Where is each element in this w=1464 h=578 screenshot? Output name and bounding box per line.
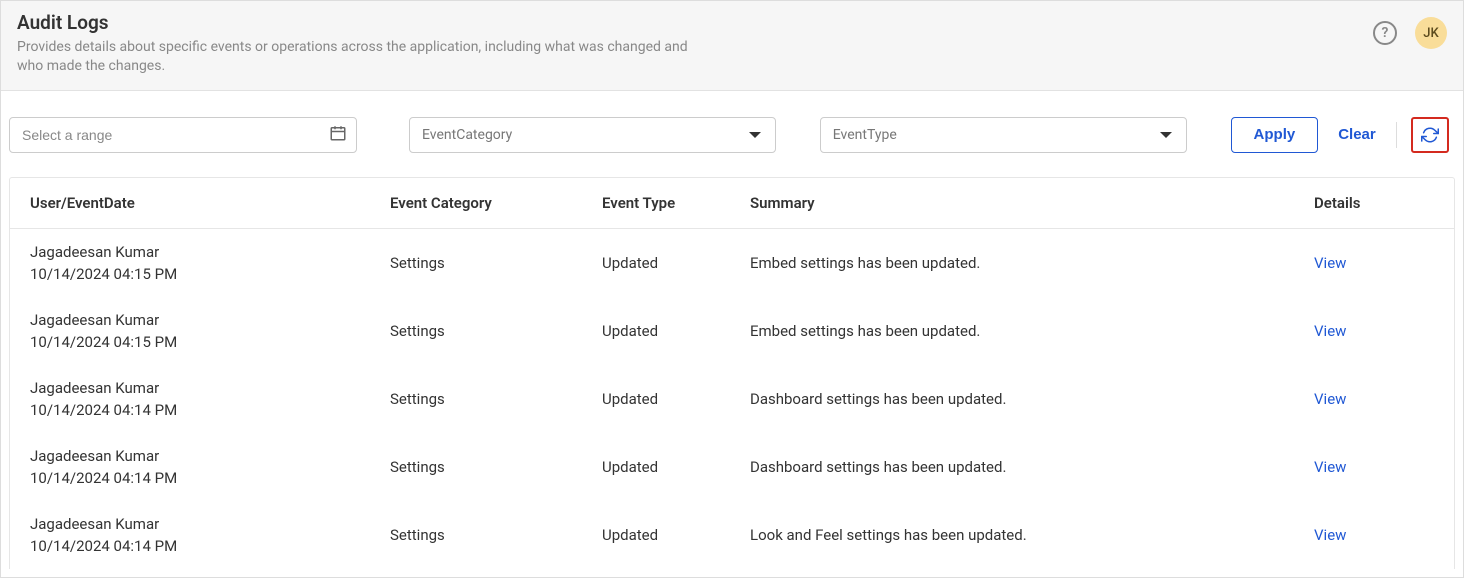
table-row: Jagadeesan Kumar 10/14/2024 04:15 PMSetti… [10,229,1454,297]
event-category-select[interactable]: EventCategory [409,117,776,153]
column-header-category: Event Category [390,194,602,212]
user-name: Jagadeesan Kumar [30,515,390,533]
cell-user: Jagadeesan Kumar 10/14/2024 04:14 PM [30,379,390,419]
apply-button[interactable]: Apply [1231,117,1319,153]
cell-summary: Embed settings has been updated. [750,254,1314,272]
view-link[interactable]: View [1314,254,1346,272]
audit-log-table: User/EventDate Event Category Event Type… [9,177,1455,569]
event-category-placeholder: EventCategory [422,127,512,143]
chevron-down-icon [1160,132,1172,138]
header-text-block: Audit Logs Provides details about specif… [17,11,717,76]
cell-summary: Dashboard settings has been updated. [750,390,1314,408]
event-date: 10/14/2024 04:14 PM [30,469,390,487]
page-title: Audit Logs [17,11,717,34]
page-header: Audit Logs Provides details about specif… [1,1,1463,91]
user-name: Jagadeesan Kumar [30,243,390,261]
cell-details: View [1314,322,1434,340]
cell-summary: Embed settings has been updated. [750,322,1314,340]
cell-details: View [1314,390,1434,408]
view-link[interactable]: View [1314,526,1346,544]
cell-summary: Dashboard settings has been updated. [750,458,1314,476]
event-date: 10/14/2024 04:15 PM [30,265,390,283]
event-type-select[interactable]: EventType [820,117,1187,153]
view-link[interactable]: View [1314,390,1346,408]
cell-type: Updated [602,254,750,272]
column-header-type: Event Type [602,194,750,212]
column-header-summary: Summary [750,194,1314,212]
column-header-details: Details [1314,194,1434,212]
cell-user: Jagadeesan Kumar 10/14/2024 04:15 PM [30,311,390,351]
cell-type: Updated [602,526,750,544]
vertical-divider [1396,122,1397,148]
cell-user: Jagadeesan Kumar 10/14/2024 04:14 PM [30,447,390,487]
column-header-user: User/EventDate [30,194,390,212]
table-row: Jagadeesan Kumar 10/14/2024 04:14 PMSetti… [10,501,1454,569]
cell-details: View [1314,254,1434,272]
avatar[interactable]: JK [1415,17,1447,49]
table-body: Jagadeesan Kumar10/14/2024 04:15 PMSetti… [10,229,1454,569]
cell-category: Settings [390,254,602,272]
cell-user: Jagadeesan Kumar 10/14/2024 04:15 PM [30,243,390,283]
page-subtitle: Provides details about specific events o… [17,38,717,76]
cell-category: Settings [390,390,602,408]
cell-category: Settings [390,322,602,340]
filters-bar: EventCategory EventType Apply Clear [1,91,1463,177]
event-date: 10/14/2024 04:15 PM [30,333,390,351]
table-row: Jagadeesan Kumar 10/14/2024 04:15 PMSetti… [10,297,1454,365]
cell-user: Jagadeesan Kumar 10/14/2024 04:14 PM [30,515,390,555]
refresh-button[interactable] [1411,117,1449,153]
user-name: Jagadeesan Kumar [30,379,390,397]
user-name: Jagadeesan Kumar [30,311,390,329]
cell-category: Settings [390,458,602,476]
cell-summary: Look and Feel settings has been updated. [750,526,1314,544]
cell-type: Updated [602,322,750,340]
clear-button[interactable]: Clear [1332,117,1382,153]
view-link[interactable]: View [1314,458,1346,476]
event-date: 10/14/2024 04:14 PM [30,401,390,419]
help-icon[interactable]: ? [1373,21,1397,45]
table-row: Jagadeesan Kumar 10/14/2024 04:14 PMSetti… [10,433,1454,501]
table-row: Jagadeesan Kumar 10/14/2024 04:14 PMSetti… [10,365,1454,433]
cell-details: View [1314,526,1434,544]
table-header-row: User/EventDate Event Category Event Type… [10,178,1454,229]
cell-type: Updated [602,390,750,408]
header-actions: ? JK [1373,11,1447,49]
event-type-placeholder: EventType [833,127,897,143]
refresh-icon [1421,126,1439,144]
date-range-input[interactable] [9,117,357,153]
cell-details: View [1314,458,1434,476]
view-link[interactable]: View [1314,322,1346,340]
cell-category: Settings [390,526,602,544]
date-range-wrap [9,117,357,153]
cell-type: Updated [602,458,750,476]
user-name: Jagadeesan Kumar [30,447,390,465]
chevron-down-icon [749,132,761,138]
event-date: 10/14/2024 04:14 PM [30,537,390,555]
